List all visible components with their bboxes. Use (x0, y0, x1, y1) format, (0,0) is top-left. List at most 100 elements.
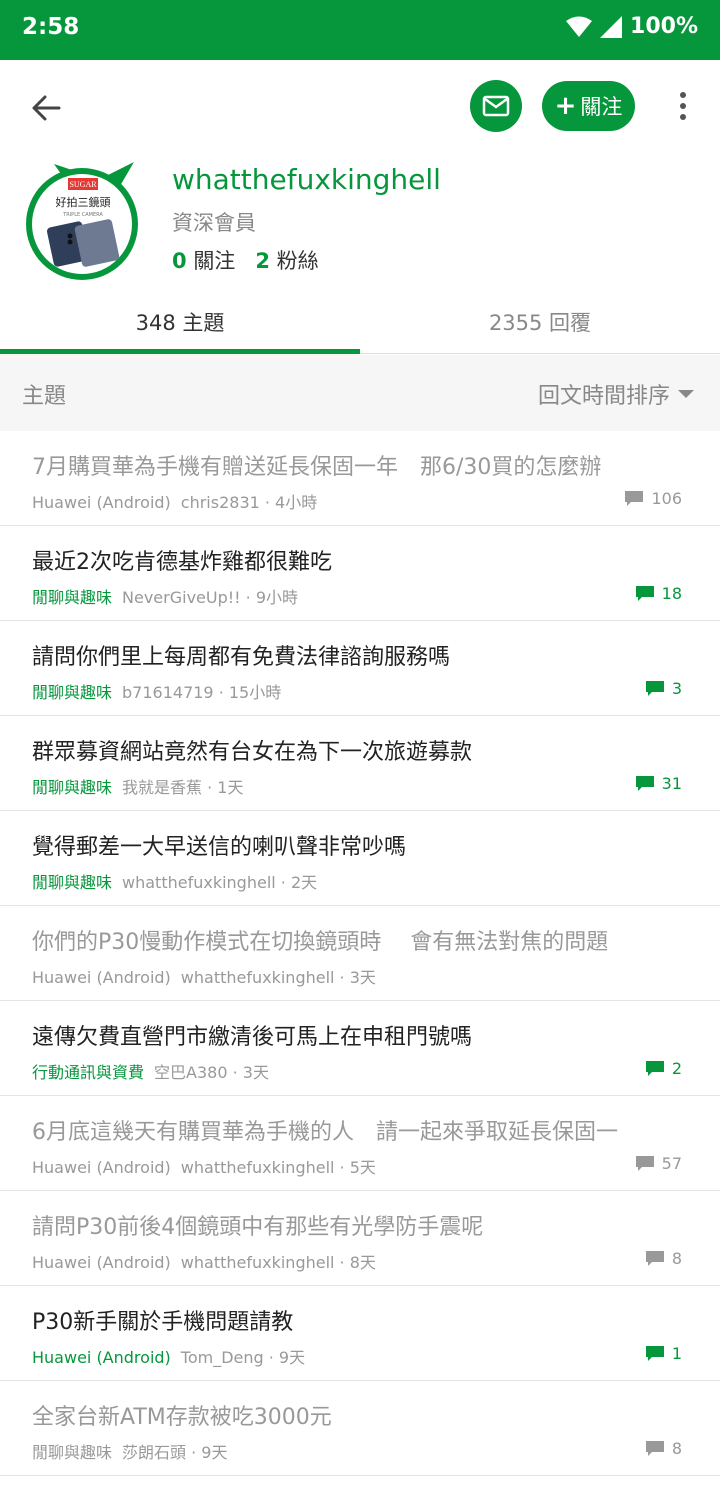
topic-title: P30新手關於手機問題請教 (32, 1310, 294, 1335)
reply-count-number: 31 (661, 774, 682, 793)
topic-title: 7月購買華為手機有贈送延長保固一年 那6/30買的怎麼辦 (32, 455, 602, 480)
topic-row[interactable]: 覺得郵差一大早送信的喇叭聲非常吵嗎 閒聊與趣味 whatthefuxkinghell… (0, 811, 720, 906)
mail-icon (482, 95, 510, 117)
profile-tabs: 348 主題 2355 回覆 (0, 290, 720, 354)
comment-bubble-icon (645, 1346, 664, 1361)
topic-author-time: whatthefuxkinghell · 2天 (122, 873, 318, 892)
topic-meta: 閒聊與趣味 莎朗石頭 · 9天 (32, 1439, 227, 1463)
filter-label: 主題 (22, 384, 67, 409)
topic-row[interactable]: 遠傳欠費直營門市繳清後可馬上在申租門號嗎 行動通訊與資費 空巴A380 · 3天 2 (0, 1001, 720, 1096)
topic-meta: Huawei (Android) whatthefuxkinghell · 5天 (32, 1154, 376, 1178)
topic-row[interactable]: 請問P30前後4個鏡頭中有那些有光學防手震呢 Huawei (Android) wh… (0, 1191, 720, 1286)
profile-stats: 0 關注 2 粉絲 (172, 245, 319, 275)
reply-count-number: 8 (671, 1249, 682, 1268)
topic-author-time: Tom_Deng · 9天 (180, 1348, 306, 1367)
topic-row[interactable]: 請問你們里上每周都有免費法律諮詢服務嗎 閒聊與趣味 b71614719 · 15小時… (0, 621, 720, 716)
more-options-button[interactable] (668, 86, 698, 126)
topic-meta: Huawei (Android) whatthefuxkinghell · 3天 (32, 964, 376, 988)
topic-author-time: whatthefuxkinghell · 5天 (180, 1158, 376, 1177)
topic-forum[interactable]: Huawei (Android) (32, 968, 171, 987)
topic-forum[interactable]: 閒聊與趣味 (32, 778, 112, 797)
topic-meta: Huawei (Android) Tom_Deng · 9天 (32, 1344, 305, 1368)
topic-row[interactable]: 7月購買華為手機有贈送延長保固一年 那6/30買的怎麼辦 Huawei (Andr… (0, 431, 720, 526)
topic-forum[interactable]: Huawei (Android) (32, 493, 171, 512)
active-tab-indicator (0, 349, 360, 354)
topic-forum[interactable]: 行動通訊與資費 (32, 1063, 144, 1082)
reply-count-number: 8 (671, 1439, 682, 1458)
avatar-main-text: 好拍三鏡頭 (56, 195, 111, 209)
profile-username: whatthefuxkinghell (172, 163, 441, 196)
topic-forum[interactable]: Huawei (Android) (32, 1158, 171, 1177)
topic-row[interactable]: P30新手關於手機問題請教 Huawei (Android) Tom_Deng · … (0, 1286, 720, 1381)
topic-author-time: whatthefuxkinghell · 3天 (180, 968, 376, 987)
message-button[interactable] (470, 80, 522, 132)
topic-meta: 閒聊與趣味 b71614719 · 15小時 (32, 679, 281, 703)
topic-meta: 行動通訊與資費 空巴A380 · 3天 (32, 1059, 269, 1083)
topic-forum[interactable]: 閒聊與趣味 (32, 588, 112, 607)
reply-count: 57 (635, 1154, 682, 1173)
topic-row[interactable]: 群眾募資網站竟然有台女在為下一次旅遊募款 閒聊與趣味 我就是香蕉 · 1天 31 (0, 716, 720, 811)
tab-topics[interactable]: 348 主題 (0, 290, 360, 354)
topic-row[interactable]: 你們的P30慢動作模式在切換鏡頭時 會有無法對焦的問題 Huawei (Andro… (0, 906, 720, 1001)
topic-author-time: whatthefuxkinghell · 8天 (180, 1253, 376, 1272)
topic-author-time: 我就是香蕉 · 1天 (122, 778, 244, 797)
avatar[interactable]: SUGAR 好拍三鏡頭 TRIPLE CAMERA (24, 152, 142, 282)
followers-label[interactable]: 粉絲 (277, 249, 319, 273)
profile-rank: 資深會員 (172, 211, 256, 235)
topic-author-time: 莎朗石頭 · 9天 (122, 1443, 228, 1462)
follow-button[interactable]: + 關注 (542, 81, 635, 131)
reply-count: 31 (635, 774, 682, 793)
dropdown-caret-icon (678, 390, 694, 398)
tab-replies[interactable]: 2355 回覆 (360, 290, 720, 354)
topic-meta: Huawei (Android) chris2831 · 4小時 (32, 489, 317, 513)
status-bar: 2:58 100% (0, 0, 720, 60)
topic-row[interactable]: 全家台新ATM存款被吃3000元 閒聊與趣味 莎朗石頭 · 9天 8 (0, 1381, 720, 1476)
signal-icon (600, 15, 623, 38)
comment-bubble-icon (625, 491, 644, 506)
topic-forum[interactable]: 閒聊與趣味 (32, 873, 112, 892)
avatar-brand-text: SUGAR (69, 180, 97, 189)
topic-meta: Huawei (Android) whatthefuxkinghell · 8天 (32, 1249, 376, 1273)
topic-forum[interactable]: Huawei (Android) (32, 1348, 171, 1367)
battery-text: 100% (630, 14, 698, 39)
topic-meta: 閒聊與趣味 我就是香蕉 · 1天 (32, 774, 243, 798)
topic-title: 全家台新ATM存款被吃3000元 (32, 1405, 332, 1430)
comment-bubble-icon (645, 1441, 664, 1456)
reply-count-number: 3 (671, 679, 682, 698)
following-count: 0 (172, 249, 187, 273)
reply-count-number: 106 (651, 489, 682, 508)
comment-bubble-icon (645, 1061, 664, 1076)
topic-title: 你們的P30慢動作模式在切換鏡頭時 會有無法對焦的問題 (32, 930, 609, 955)
reply-count: 8 (645, 1249, 682, 1268)
topic-forum[interactable]: 閒聊與趣味 (32, 1443, 112, 1462)
more-dot (680, 103, 686, 109)
back-button[interactable] (22, 84, 70, 132)
reply-count: 8 (645, 1439, 682, 1458)
following-label[interactable]: 關注 (193, 249, 235, 273)
more-dot (680, 114, 686, 120)
status-time: 2:58 (22, 14, 80, 40)
app-bar: + 關注 (0, 60, 720, 152)
reply-count: 1 (645, 1344, 682, 1363)
topic-author-time: chris2831 · 4小時 (180, 493, 318, 512)
reply-count-number: 18 (661, 584, 682, 603)
sort-dropdown[interactable]: 回文時間排序 (538, 378, 694, 410)
topic-author-time: NeverGiveUp!! · 9小時 (122, 588, 299, 607)
topic-forum[interactable]: Huawei (Android) (32, 1253, 171, 1272)
avatar-sub-text: TRIPLE CAMERA (62, 212, 103, 218)
topic-row[interactable]: 最近2次吃肯德基炸雞都很難吃 閒聊與趣味 NeverGiveUp!! · 9小時 18 (0, 526, 720, 621)
topic-list: 7月購買華為手機有贈送延長保固一年 那6/30買的怎麼辦 Huawei (Andr… (0, 431, 720, 1476)
more-dot (680, 92, 686, 98)
topic-title: 遠傳欠費直營門市繳清後可馬上在申租門號嗎 (32, 1025, 473, 1050)
topic-forum[interactable]: 閒聊與趣味 (32, 683, 112, 702)
reply-count: 18 (635, 584, 682, 603)
topic-row[interactable]: 6月底這幾天有購買華為手機的人 請一起來爭取延長保固一 Huawei (Andro… (0, 1096, 720, 1191)
topic-title: 6月底這幾天有購買華為手機的人 請一起來爭取延長保固一 (32, 1120, 618, 1145)
back-arrow-icon (32, 95, 61, 121)
topic-title: 請問你們里上每周都有免費法律諮詢服務嗎 (32, 645, 451, 670)
wifi-icon (566, 16, 593, 38)
comment-bubble-icon (635, 776, 654, 791)
sort-label: 回文時間排序 (537, 384, 670, 409)
comment-bubble-icon (635, 586, 654, 601)
reply-count-number: 57 (661, 1154, 682, 1173)
